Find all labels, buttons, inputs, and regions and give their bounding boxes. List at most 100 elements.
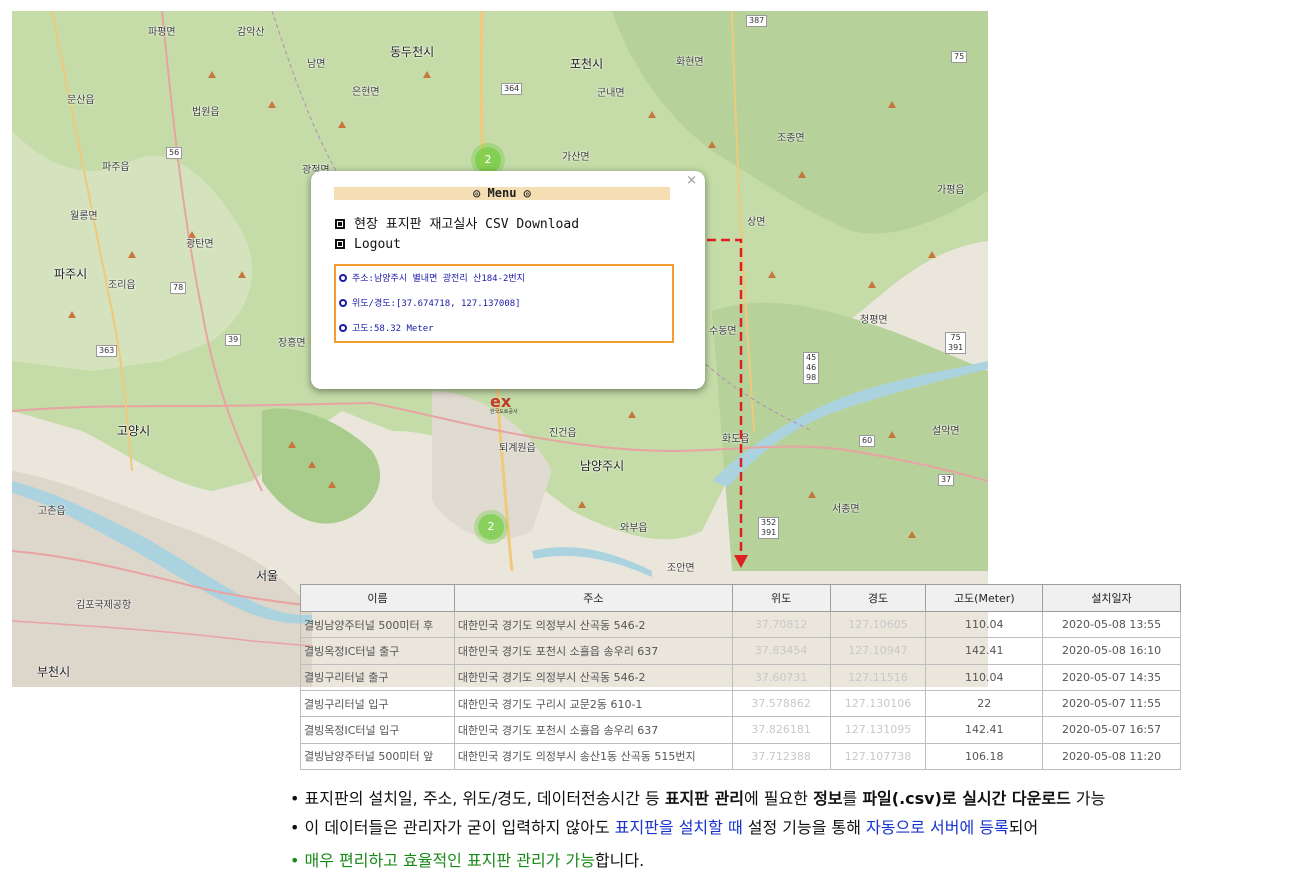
table-header-row: 이름 주소 위도 경도 고도(Meter) 설치일자	[300, 584, 1181, 612]
note-bold: 정보	[813, 789, 843, 808]
map-place-label: 고촌읍	[38, 506, 66, 517]
map-place-label: 월롱면	[70, 211, 98, 222]
cell-longitude: 127.130106	[829, 689, 927, 718]
csv-download-menu-item[interactable]: 현장 표지판 재고실사 CSV Download	[335, 213, 579, 232]
altitude-line: 고도:58.32 Meter	[339, 321, 434, 334]
road-number-shield: 387	[746, 15, 768, 27]
cell-altitude: 110.04	[925, 663, 1044, 691]
note-text: 를	[842, 789, 863, 808]
cell-latitude: 37.826181	[731, 716, 831, 744]
altitude-text: 고도:58.32 Meter	[352, 324, 434, 334]
cell-name: 결빙구리터널 출구	[300, 663, 455, 691]
cell-altitude: 22	[925, 689, 1044, 718]
cell-address: 대한민국 경기도 구리시 교문2동 610-1	[453, 689, 733, 718]
map-place-label: 화현면	[676, 57, 704, 68]
cell-latitude: 37.70812	[731, 610, 831, 639]
circle-bullet-icon	[339, 274, 347, 282]
circle-bullet-icon	[339, 299, 347, 307]
column-header-install-date[interactable]: 설치일자	[1042, 584, 1181, 612]
cell-latitude: 37.60731	[731, 663, 831, 691]
cell-longitude: 127.107738	[829, 742, 927, 771]
table-row[interactable]: 결빙옥정IC터널 출구 대한민국 경기도 포천시 소흘읍 송우리 637 37.83…	[300, 637, 1181, 665]
road-number-shield: 363	[96, 345, 118, 357]
cell-name: 결빙남양주터널 500미터 후	[300, 610, 455, 639]
cell-name: 결빙옥정IC터널 출구	[300, 637, 455, 665]
map-place-label: 서울	[256, 569, 279, 583]
address-text: 주소:남양주시 별내면 광전리 산184-2번지	[352, 274, 525, 284]
logout-menu-item[interactable]: Logout	[335, 237, 401, 252]
column-header-name[interactable]: 이름	[300, 584, 455, 612]
cell-longitude: 127.11516	[829, 663, 927, 691]
table-row[interactable]: 결빙구리터널 출구 대한민국 경기도 의정부시 산곡동 546-2 37.60731…	[300, 663, 1181, 691]
cell-address: 대한민국 경기도 의정부시 송산1동 산곡동 515번지	[453, 742, 733, 771]
road-number-shield: 56	[166, 147, 183, 159]
cell-latitude: 37.83454	[731, 637, 831, 665]
map-place-label: 은현면	[352, 87, 380, 98]
road-number-shield: 78	[170, 282, 187, 294]
popup-title: ◎ Menu ◎	[334, 187, 670, 200]
note-bold: 표지판 관리	[664, 789, 744, 808]
map-place-label: 부천시	[37, 665, 71, 679]
map-place-label: 조리읍	[108, 280, 136, 291]
column-header-longitude[interactable]: 경도	[829, 584, 927, 612]
latlng-line: 위도/경도:[37.674718, 127.137008]	[339, 296, 521, 309]
cell-altitude: 142.41	[925, 637, 1044, 665]
cell-latitude: 37.578862	[731, 689, 831, 718]
road-number-shield: 364	[501, 83, 523, 95]
road-number-shield: 37	[938, 474, 955, 486]
circle-bullet-icon	[339, 324, 347, 332]
map-place-label: 남면	[307, 59, 326, 70]
sign-inventory-table: 이름 주소 위도 경도 고도(Meter) 설치일자 결빙남양주터널 500미터…	[300, 584, 1181, 771]
note-line-2: • 이 데이터들은 관리자가 굳이 입력하지 않아도 표지판을 설치할 때 설정…	[290, 814, 1038, 838]
cell-install-date: 2020-05-07 11:55	[1042, 689, 1181, 718]
note-text: 가능	[1070, 789, 1106, 808]
cell-altitude: 110.04	[925, 610, 1044, 639]
menu-popup: × ◎ Menu ◎ 현장 표지판 재고실사 CSV Download Logo…	[311, 171, 705, 389]
road-number-shield: 60	[859, 435, 876, 447]
column-header-latitude[interactable]: 위도	[731, 584, 831, 612]
column-header-address[interactable]: 주소	[453, 584, 733, 612]
road-number-shield: 75	[951, 51, 968, 63]
close-icon[interactable]: ×	[686, 173, 697, 188]
map-place-label: 포천시	[570, 57, 604, 71]
map-place-label: 감악산	[237, 27, 265, 38]
cell-address: 대한민국 경기도 포천시 소흘읍 송우리 637	[453, 716, 733, 744]
cell-longitude: 127.131095	[829, 716, 927, 744]
map-place-label: 설악면	[932, 426, 960, 437]
square-bullet-icon	[335, 239, 345, 249]
column-header-altitude[interactable]: 고도(Meter)	[925, 584, 1044, 612]
note-text: 표지판의 설치일, 주소, 위도/경도, 데이터전송시간 등	[304, 789, 665, 808]
sign-inventory-table-wrapper: 이름 주소 위도 경도 고도(Meter) 설치일자 결빙남양주터널 500미터…	[300, 584, 1181, 771]
bullet: •	[290, 818, 305, 837]
road-number-shield: 75 391	[945, 332, 967, 354]
cell-name: 결빙남양주터널 500미터 앞	[300, 742, 455, 771]
location-info-box: 주소:남양주시 별내면 광전리 산184-2번지 위도/경도:[37.67471…	[334, 264, 674, 343]
map-place-label: 파평면	[148, 27, 176, 38]
note-highlight: 자동으로 서버에 등록	[866, 818, 1009, 837]
note-text: 이 데이터들은 관리자가 굳이 입력하지 않아도	[304, 818, 615, 837]
map-place-label: 가평읍	[937, 185, 965, 196]
menu-item-label: 현장 표지판 재고실사 CSV Download	[354, 217, 580, 232]
cell-altitude: 142.41	[925, 716, 1044, 744]
cell-address: 대한민국 경기도 의정부시 산곡동 546-2	[453, 663, 733, 691]
note-text: 에 필요한	[744, 789, 814, 808]
table-row[interactable]: 결빙구리터널 입구 대한민국 경기도 구리시 교문2동 610-1 37.57886…	[300, 689, 1181, 718]
marker-cluster[interactable]: 2	[475, 147, 501, 173]
note-text: 되어	[1008, 818, 1039, 837]
cell-install-date: 2020-05-08 13:55	[1042, 610, 1181, 639]
note-highlight: 표지판을 설치할 때	[614, 818, 743, 837]
cell-longitude: 127.10605	[829, 610, 927, 639]
map-place-label: 고양시	[117, 424, 151, 438]
map-place-label: 문산읍	[67, 95, 95, 106]
map-place-label: 동두천시	[390, 45, 435, 59]
map-place-label: 파주시	[54, 267, 88, 281]
table-row[interactable]: 결빙남양주터널 500미터 앞 대한민국 경기도 의정부시 송산1동 산곡동 51…	[300, 742, 1181, 771]
road-number-shield: 352 391	[758, 517, 780, 539]
square-bullet-icon	[335, 219, 345, 229]
table-row[interactable]: 결빙옥정IC터널 입구 대한민국 경기도 포천시 소흘읍 송우리 637 37.82…	[300, 716, 1181, 744]
map-place-label: 김포국제공항	[76, 600, 132, 611]
cell-latitude: 37.712388	[731, 742, 831, 771]
map-place-label: 법원읍	[192, 107, 220, 118]
road-number-shield: 45 46 98	[803, 352, 820, 384]
table-row[interactable]: 결빙남양주터널 500미터 후 대한민국 경기도 의정부시 산곡동 546-2 37…	[300, 610, 1181, 639]
